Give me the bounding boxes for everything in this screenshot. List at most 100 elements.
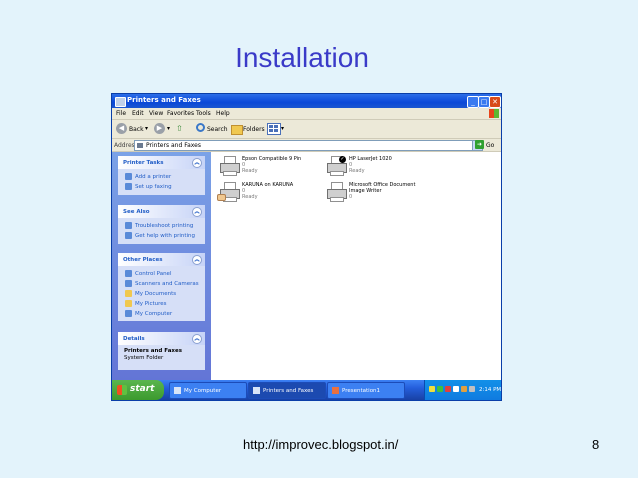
tray-icon[interactable] xyxy=(429,386,435,392)
printer-icon xyxy=(219,156,240,176)
search-icon[interactable] xyxy=(196,123,205,132)
printers-faxes-window: Printers and Faxes _ □ ✕ File Edit View … xyxy=(111,93,502,401)
menu-help[interactable]: Help xyxy=(216,110,230,117)
back-arrow-icon[interactable]: ◀ xyxy=(116,123,127,134)
address-value: Printers and Faxes xyxy=(146,142,201,149)
taskbar-item-presentation1[interactable]: Presentation1 xyxy=(327,382,405,399)
close-button[interactable]: ✕ xyxy=(489,96,501,108)
task-pane: Printer Tasks ︽ Add a printer Set up fax… xyxy=(112,152,211,380)
task-label: My Computer xyxy=(184,388,222,394)
set-up-faxing-link[interactable]: Set up faxing xyxy=(118,182,205,192)
clock[interactable]: 2:14 PM xyxy=(479,387,501,393)
folder-icon xyxy=(125,300,132,307)
link-label: Troubleshoot printing xyxy=(135,223,194,229)
forward-dropdown-icon[interactable]: ▾ xyxy=(167,125,170,132)
other-places-panel: Other Places ︽ Control Panel Scanners an… xyxy=(118,253,205,321)
fax-icon xyxy=(125,183,132,190)
details-panel: Details ︽ Printers and Faxes System Fold… xyxy=(118,332,205,370)
see-also-panel: See Also ︽ Troubleshoot printing Get hel… xyxy=(118,205,205,244)
my-computer-link[interactable]: My Computer xyxy=(118,309,205,319)
details-name: Printers and Faxes xyxy=(124,348,182,354)
back-dropdown-icon[interactable]: ▾ xyxy=(145,125,148,132)
forward-arrow-icon[interactable]: ▶ xyxy=(154,123,165,134)
add-printer-link[interactable]: Add a printer xyxy=(118,172,205,182)
panel-title: Printer Tasks xyxy=(123,160,164,166)
link-label: Get help with printing xyxy=(135,233,196,239)
address-bar: Address Printers and Faxes ▼ ➜ Go xyxy=(112,139,501,152)
link-label: My Documents xyxy=(135,291,177,297)
get-help-printing-link[interactable]: Get help with printing xyxy=(118,231,205,241)
printer-name: KARUNA on KARUNA xyxy=(242,182,294,188)
windows-logo-icon xyxy=(489,109,499,118)
link-label: Control Panel xyxy=(135,271,172,277)
task-label: Presentation1 xyxy=(342,388,381,394)
views-dropdown-icon[interactable]: ▾ xyxy=(281,125,284,132)
taskbar-item-printers-faxes[interactable]: Printers and Faxes xyxy=(248,382,326,399)
views-icon[interactable] xyxy=(267,123,281,135)
see-also-header[interactable]: See Also ︽ xyxy=(118,205,205,218)
control-panel-link[interactable]: Control Panel xyxy=(118,269,205,279)
collapse-chevron-icon[interactable]: ︽ xyxy=(192,255,202,265)
printer-folder-icon xyxy=(137,143,143,148)
collapse-chevron-icon[interactable]: ︽ xyxy=(192,207,202,217)
help-icon xyxy=(125,222,132,229)
menu-view[interactable]: View xyxy=(149,110,163,117)
troubleshoot-printing-link[interactable]: Troubleshoot printing xyxy=(118,221,205,231)
printer-icon: ✓ xyxy=(326,156,347,176)
printer-folder-icon xyxy=(253,387,260,394)
tray-icon[interactable] xyxy=(445,386,451,392)
address-input[interactable]: Printers and Faxes xyxy=(134,140,474,151)
tray-icon[interactable] xyxy=(437,386,443,392)
search-button-label[interactable]: Search xyxy=(207,126,228,133)
tray-icon[interactable] xyxy=(453,386,459,392)
task-label: Printers and Faxes xyxy=(263,388,314,394)
window-titlebar[interactable]: Printers and Faxes _ □ ✕ xyxy=(112,94,501,108)
system-tray: 2:14 PM xyxy=(424,380,501,400)
my-pictures-link[interactable]: My Pictures xyxy=(118,299,205,309)
start-label: start xyxy=(130,384,155,394)
printer-folder-icon xyxy=(115,97,126,107)
link-label: Set up faxing xyxy=(135,184,172,190)
panel-title: Details xyxy=(123,336,145,342)
volume-icon[interactable] xyxy=(469,386,475,392)
menu-tools[interactable]: Tools xyxy=(196,110,211,117)
menu-edit[interactable]: Edit xyxy=(132,110,144,117)
standard-toolbar: ◀ Back ▾ ▶ ▾ ⇧ Search Folders ▾ xyxy=(112,120,501,139)
computer-icon xyxy=(125,310,132,317)
shared-printer-icon xyxy=(217,182,240,202)
start-button[interactable]: start xyxy=(112,380,164,400)
footer-url: http://improvec.blogspot.in/ xyxy=(243,437,399,452)
taskbar-item-my-computer[interactable]: My Computer xyxy=(169,382,247,399)
scanners-cameras-link[interactable]: Scanners and Cameras xyxy=(118,279,205,289)
printer-status: Ready xyxy=(349,168,365,174)
other-places-header[interactable]: Other Places ︽ xyxy=(118,253,205,266)
printer-tasks-header[interactable]: Printer Tasks ︽ xyxy=(118,156,205,169)
menu-favorites[interactable]: Favorites xyxy=(167,110,194,117)
tray-icon[interactable] xyxy=(461,386,467,392)
link-label: My Computer xyxy=(135,311,173,317)
printers-list: Epson Compatible 9 Pin 0 Ready ✓ HP Lase… xyxy=(211,152,501,380)
help-icon xyxy=(125,232,132,239)
collapse-chevron-icon[interactable]: ︽ xyxy=(192,334,202,344)
menu-file[interactable]: File xyxy=(116,110,126,117)
scanner-icon xyxy=(125,280,132,287)
my-documents-link[interactable]: My Documents xyxy=(118,289,205,299)
collapse-chevron-icon[interactable]: ︽ xyxy=(192,158,202,168)
details-header[interactable]: Details ︽ xyxy=(118,332,205,345)
go-button-label[interactable]: Go xyxy=(486,142,494,149)
printer-status: Ready xyxy=(242,168,258,174)
link-label: Add a printer xyxy=(135,174,172,180)
printer-docs: 0 xyxy=(349,194,353,200)
go-arrow-icon[interactable]: ➜ xyxy=(475,140,484,149)
panel-title: See Also xyxy=(123,209,150,215)
taskbar: start My Computer Printers and Faxes Pre… xyxy=(112,380,501,400)
control-panel-icon xyxy=(125,270,132,277)
menu-bar: File Edit View Favorites Tools Help xyxy=(112,108,501,120)
windows-logo-icon xyxy=(117,385,127,395)
details-type: System Folder xyxy=(124,355,164,361)
folders-icon[interactable] xyxy=(231,125,243,135)
back-button-label[interactable]: Back xyxy=(129,126,144,133)
folders-button-label[interactable]: Folders xyxy=(243,126,265,133)
up-folder-icon[interactable]: ⇧ xyxy=(176,124,183,133)
page-number: 8 xyxy=(592,437,600,452)
